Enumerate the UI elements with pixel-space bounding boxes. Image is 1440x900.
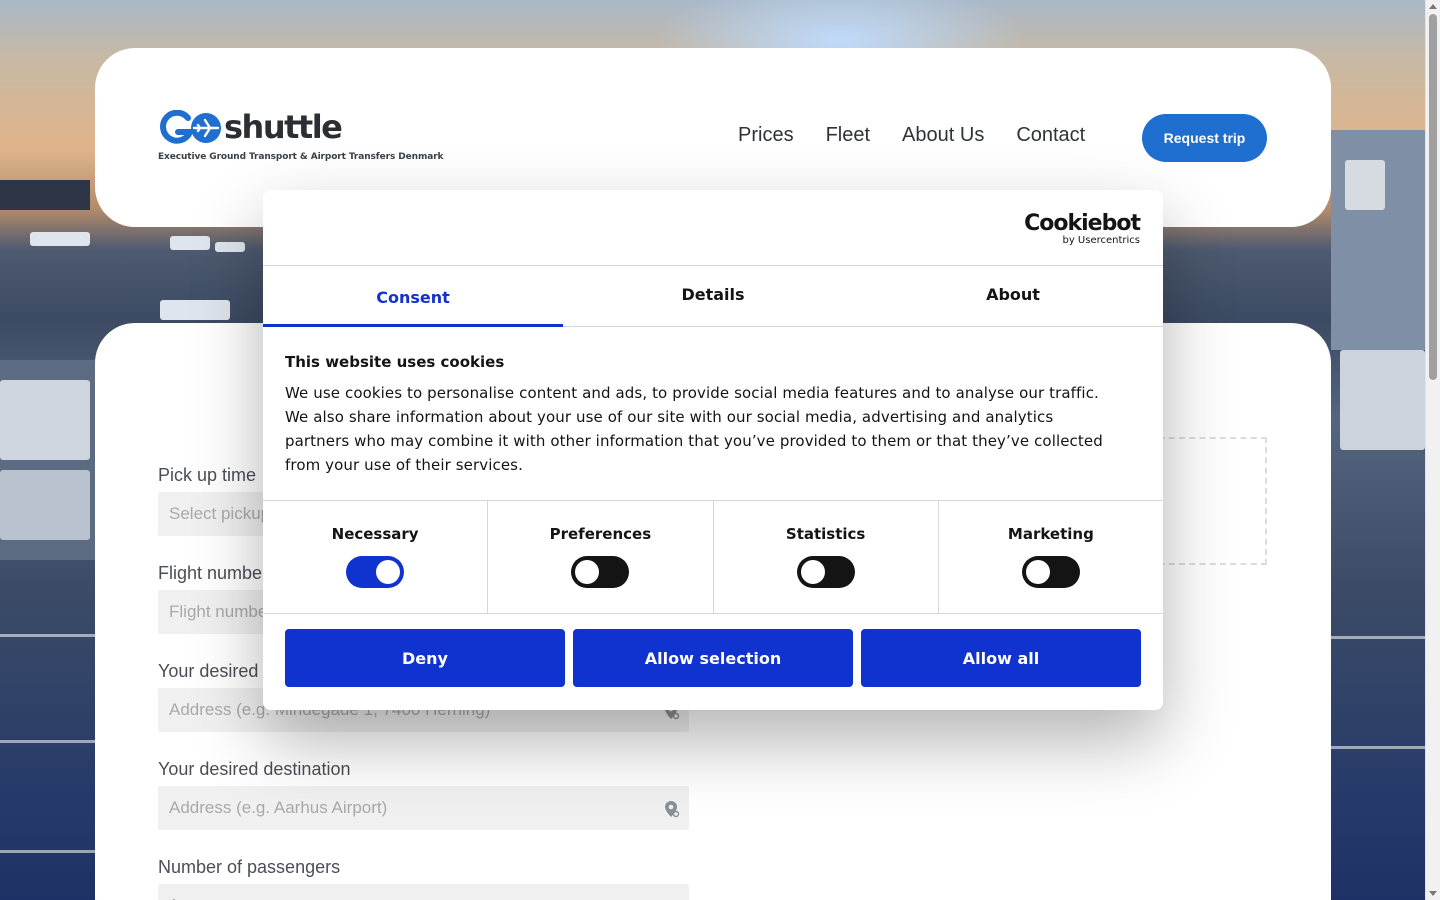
cookiebot-logo[interactable]: Cookiebot by Usercentrics: [1024, 211, 1141, 246]
tab-consent[interactable]: Consent: [263, 266, 563, 327]
nav-contact[interactable]: Contact: [1016, 124, 1085, 147]
cookie-consent-dialog: Cookiebot by Usercentrics Consent Detail…: [263, 190, 1163, 710]
nav-fleet[interactable]: Fleet: [826, 124, 870, 147]
cookie-dialog-title: This website uses cookies: [285, 353, 505, 371]
toggle-label-statistics: Statistics: [785, 525, 866, 543]
nav-prices[interactable]: Prices: [738, 124, 794, 147]
request-trip-button[interactable]: Request trip: [1142, 114, 1267, 162]
marketing-toggle[interactable]: [1021, 556, 1080, 588]
cookie-dialog-body: We use cookies to personalise content an…: [285, 384, 1103, 474]
preferences-toggle[interactable]: [571, 556, 630, 588]
toggle-knob: [376, 560, 401, 584]
deny-button[interactable]: Deny: [285, 629, 565, 687]
toggle-knob: [575, 560, 600, 584]
page-scrollbar[interactable]: [1425, 0, 1440, 900]
cookie-action-buttons: Deny Allow selection Allow all: [285, 629, 1141, 687]
scroll-down-arrow-icon[interactable]: [1429, 891, 1437, 896]
main-nav: Prices Fleet About Us Contact: [738, 124, 1085, 147]
toggle-cell-statistics: Statistics: [714, 501, 939, 613]
scroll-up-arrow-icon[interactable]: [1429, 4, 1437, 9]
nav-about-us[interactable]: About Us: [902, 124, 984, 147]
passengers-label: Number of passengers: [158, 857, 341, 877]
allow-selection-button[interactable]: Allow selection: [573, 629, 853, 687]
cookie-tabs: Consent Details About: [263, 265, 1163, 327]
tab-about[interactable]: About: [863, 266, 1163, 326]
flight-number-label: Flight number: [158, 563, 269, 583]
necessary-toggle[interactable]: [346, 556, 405, 588]
site-logo[interactable]: shuttle Executive Ground Transport & Air…: [158, 108, 444, 168]
scrollbar-thumb[interactable]: [1429, 14, 1437, 380]
toggle-knob: [1025, 560, 1050, 584]
logo-tagline: Executive Ground Transport & Airport Tra…: [158, 152, 444, 162]
tab-details[interactable]: Details: [563, 266, 863, 326]
toggle-label-necessary: Necessary: [331, 525, 419, 543]
logo-wordmark: shuttle: [224, 108, 343, 146]
pickup-time-label: Pick up time: [158, 465, 257, 485]
passengers-input[interactable]: [158, 884, 689, 900]
destination-input[interactable]: [158, 786, 689, 830]
destination-label: Your desired destination: [158, 759, 351, 779]
statistics-toggle[interactable]: [796, 556, 855, 588]
toggle-cell-preferences: Preferences: [488, 501, 714, 613]
toggle-label-marketing: Marketing: [1007, 525, 1094, 543]
allow-all-button[interactable]: Allow all: [861, 629, 1141, 687]
cookie-category-toggles: Necessary Preferences Statistics Marketi…: [263, 500, 1163, 614]
toggle-cell-marketing: Marketing: [939, 501, 1163, 613]
go-plane-logo-icon: [160, 110, 221, 144]
location-pin-icon[interactable]: [664, 800, 680, 818]
toggle-cell-necessary: Necessary: [263, 501, 489, 613]
toggle-label-preferences: Preferences: [549, 525, 652, 543]
toggle-knob: [800, 560, 825, 584]
cookiebot-wordmark: Cookiebot: [1024, 211, 1141, 236]
cookiebot-subtitle: by Usercentrics: [1062, 235, 1140, 246]
